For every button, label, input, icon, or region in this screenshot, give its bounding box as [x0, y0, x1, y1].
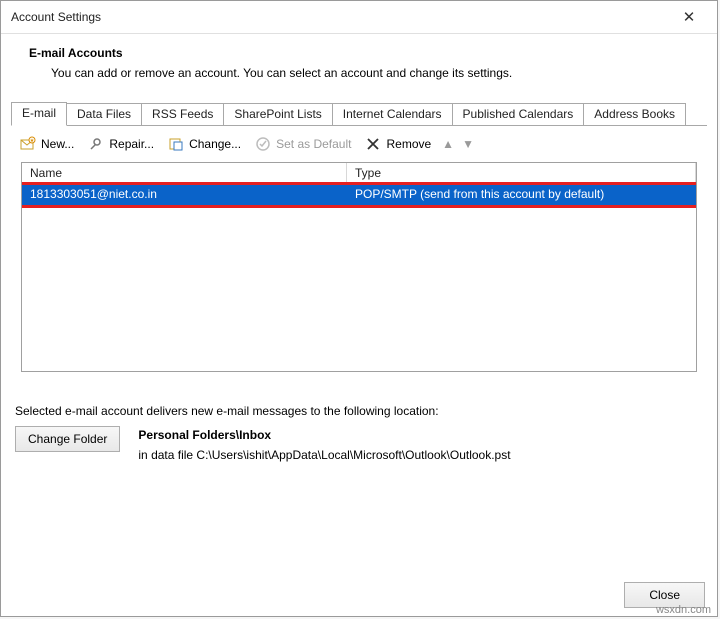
move-up-icon: ▲	[442, 137, 454, 151]
watermark: wsxdn.com	[656, 604, 711, 616]
set-default-label: Set as Default	[276, 137, 351, 151]
remove-button[interactable]: Remove	[362, 134, 434, 154]
header-title: E-mail Accounts	[29, 46, 697, 60]
change-folder-button[interactable]: Change Folder	[15, 426, 120, 452]
tab-email[interactable]: E-mail	[11, 102, 67, 126]
set-default-button: Set as Default	[252, 134, 354, 154]
table-row[interactable]: 1813303051@niet.co.in POP/SMTP (send fro…	[22, 185, 696, 205]
change-button[interactable]: Change...	[165, 134, 244, 154]
repair-label: Repair...	[109, 137, 154, 151]
window-title: Account Settings	[11, 1, 669, 34]
column-header-name[interactable]: Name	[22, 163, 347, 184]
tabs: E-mail Data Files RSS Feeds SharePoint L…	[11, 102, 707, 126]
change-icon	[168, 136, 184, 152]
new-mail-icon: ★	[20, 136, 36, 152]
tab-published-calendars[interactable]: Published Calendars	[452, 103, 585, 125]
close-icon[interactable]: ✕	[669, 1, 709, 34]
account-type-cell: POP/SMTP (send from this account by defa…	[347, 185, 696, 205]
tab-address-books[interactable]: Address Books	[583, 103, 686, 125]
move-down-icon: ▼	[462, 137, 474, 151]
delivery-folder: Personal Folders\Inbox	[138, 428, 510, 442]
delivery-label: Selected e-mail account delivers new e-m…	[15, 404, 703, 418]
header: E-mail Accounts You can add or remove an…	[1, 34, 717, 96]
new-button[interactable]: ★ New...	[17, 134, 77, 154]
remove-label: Remove	[386, 137, 431, 151]
titlebar: Account Settings ✕	[1, 1, 717, 34]
tab-internet-calendars[interactable]: Internet Calendars	[332, 103, 453, 125]
repair-button[interactable]: Repair...	[85, 134, 157, 154]
tab-rss-feeds[interactable]: RSS Feeds	[141, 103, 224, 125]
repair-icon	[88, 136, 104, 152]
check-circle-icon	[255, 136, 271, 152]
new-label: New...	[41, 137, 74, 151]
toolbar: ★ New... Repair... Change... S	[11, 126, 707, 162]
column-header-type[interactable]: Type	[347, 163, 696, 184]
remove-x-icon	[365, 136, 381, 152]
change-label: Change...	[189, 137, 241, 151]
account-name-cell: 1813303051@niet.co.in	[22, 185, 347, 205]
header-subtitle: You can add or remove an account. You ca…	[51, 66, 697, 80]
delivery-text: Personal Folders\Inbox in data file C:\U…	[138, 426, 510, 462]
accounts-grid: Name Type 1813303051@niet.co.in POP/SMTP…	[21, 162, 697, 372]
account-settings-dialog: Account Settings ✕ E-mail Accounts You c…	[0, 0, 718, 617]
tab-sharepoint-lists[interactable]: SharePoint Lists	[223, 103, 332, 125]
tab-data-files[interactable]: Data Files	[66, 103, 142, 125]
svg-text:★: ★	[30, 138, 35, 144]
delivery-path: in data file C:\Users\ishit\AppData\Loca…	[138, 448, 510, 462]
